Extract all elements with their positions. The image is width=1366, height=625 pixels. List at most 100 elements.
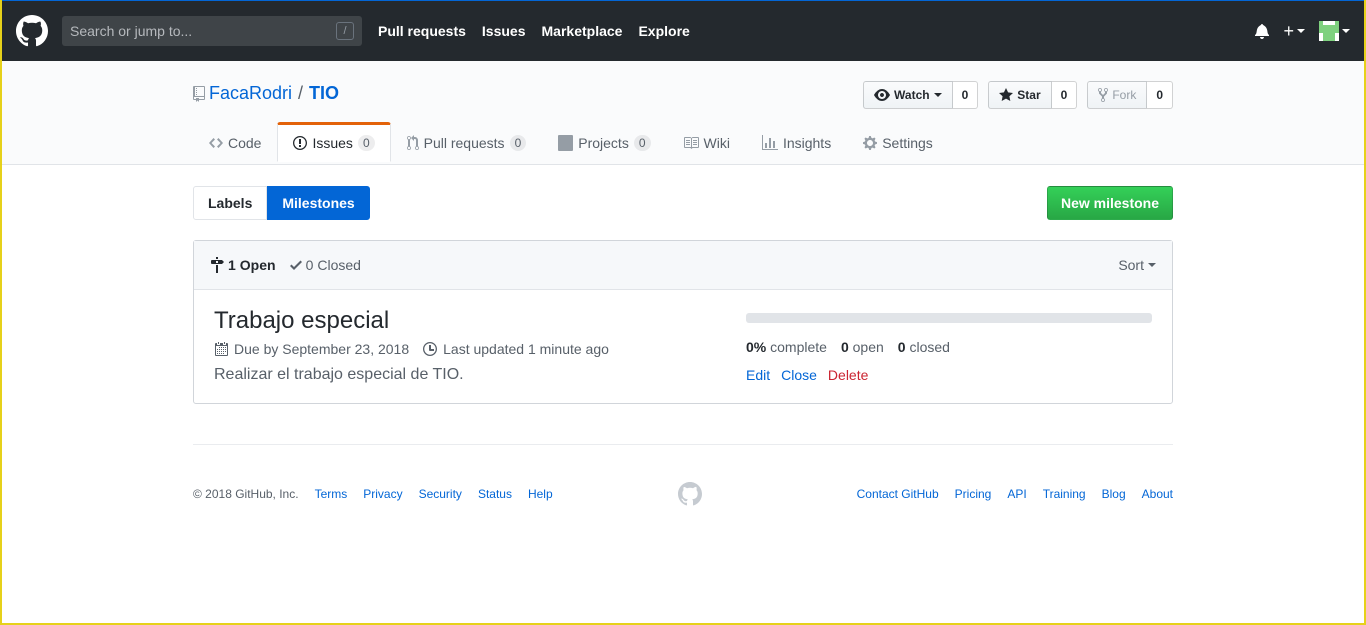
closed-label: Closed <box>317 257 361 273</box>
footer-link-contact[interactable]: Contact GitHub <box>857 487 939 501</box>
tab-settings[interactable]: Settings <box>847 122 949 162</box>
stat-complete: 0% complete <box>746 339 827 355</box>
close-link[interactable]: Close <box>781 367 817 383</box>
tab-label: Insights <box>782 135 832 151</box>
repo-name-link[interactable]: TIO <box>309 83 339 104</box>
milestone-actions: Edit Close Delete <box>746 367 1152 383</box>
code-icon <box>209 135 223 151</box>
github-logo-icon[interactable] <box>16 15 48 47</box>
nav-explore[interactable]: Explore <box>638 23 689 39</box>
watch-label: Watch <box>894 88 930 102</box>
footer-link-terms[interactable]: Terms <box>315 487 348 501</box>
global-nav: Pull requests Issues Marketplace Explore <box>378 23 690 39</box>
tab-label: Issues <box>312 135 353 151</box>
star-button[interactable]: Star <box>988 81 1052 109</box>
milestones-box: 1 Open 0 Closed Sort Trabajo especial Du… <box>193 240 1173 404</box>
star-group: Star 0 <box>988 81 1078 109</box>
stat-closed: 0 closed <box>898 339 950 355</box>
percent-value: 0% <box>746 339 767 355</box>
search-shortcut-key: / <box>336 22 354 40</box>
fork-label: Fork <box>1112 88 1137 102</box>
milestone-icon <box>211 257 224 273</box>
milestone-title[interactable]: Trabajo especial <box>214 307 746 335</box>
tab-label: Pull requests <box>423 135 505 151</box>
fork-button[interactable]: Fork <box>1087 81 1148 109</box>
path-separator: / <box>298 83 304 103</box>
main-content: Labels Milestones New milestone 1 Open 0… <box>193 186 1173 506</box>
github-mark-icon[interactable] <box>678 482 702 506</box>
tab-wiki[interactable]: Wiki <box>667 122 746 162</box>
footer: © 2018 GitHub, Inc. Terms Privacy Securi… <box>193 444 1173 506</box>
repo-nav: Code Issues 0 Pull requests 0 Projects 0… <box>193 122 1173 162</box>
watch-count[interactable]: 0 <box>952 81 979 109</box>
tab-pull-requests[interactable]: Pull requests 0 <box>391 122 543 162</box>
calendar-icon <box>215 342 228 356</box>
footer-link-help[interactable]: Help <box>528 487 553 501</box>
nav-pull-requests[interactable]: Pull requests <box>378 23 466 39</box>
footer-link-pricing[interactable]: Pricing <box>955 487 992 501</box>
last-updated-text: Last updated 1 minute ago <box>443 341 609 357</box>
tab-code[interactable]: Code <box>193 122 277 162</box>
due-date: Due by September 23, 2018 <box>214 341 409 357</box>
copyright: © 2018 GitHub, Inc. <box>193 487 299 501</box>
bell-icon[interactable] <box>1255 23 1270 39</box>
last-updated: Last updated 1 minute ago <box>423 341 609 357</box>
avatar <box>1319 21 1339 41</box>
search-input[interactable] <box>70 23 310 39</box>
tab-insights[interactable]: Insights <box>746 122 847 162</box>
watch-group: Watch 0 <box>863 81 979 109</box>
nav-marketplace[interactable]: Marketplace <box>542 23 623 39</box>
sort-label: Sort <box>1118 257 1144 273</box>
create-new-dropdown[interactable]: + <box>1283 21 1305 42</box>
fork-count[interactable]: 0 <box>1147 81 1173 109</box>
repo-header: FacaRodri / TIO Watch 0 Star 0 Fork 0 Co… <box>2 61 1364 165</box>
tab-projects[interactable]: Projects 0 <box>542 122 666 162</box>
repo-owner-link[interactable]: FacaRodri <box>209 83 292 104</box>
clock-icon <box>423 342 438 356</box>
footer-link-status[interactable]: Status <box>478 487 512 501</box>
closed-issues-count: 0 <box>897 339 906 355</box>
milestone-progress-section: 0% complete 0 open 0 closed Edit Close D… <box>746 306 1152 387</box>
footer-link-privacy[interactable]: Privacy <box>363 487 402 501</box>
tab-label: Wiki <box>703 135 730 151</box>
closed-issues-label: closed <box>909 339 950 355</box>
tab-issues[interactable]: Issues 0 <box>277 122 391 162</box>
milestone-description: Realizar el trabajo especial de TIO. <box>214 366 464 383</box>
progress-bar <box>746 313 1152 323</box>
footer-link-about[interactable]: About <box>1142 487 1173 501</box>
new-milestone-button[interactable]: New milestone <box>1046 186 1173 220</box>
project-icon <box>558 135 574 151</box>
labels-link[interactable]: Labels <box>193 186 268 220</box>
footer-link-training[interactable]: Training <box>1043 487 1086 501</box>
issues-counter: 0 <box>357 135 375 151</box>
book-icon <box>683 135 699 151</box>
header-actions: + <box>1255 21 1350 42</box>
footer-link-blog[interactable]: Blog <box>1102 487 1126 501</box>
milestones-link[interactable]: Milestones <box>267 186 370 220</box>
global-header: / Pull requests Issues Marketplace Explo… <box>2 0 1364 61</box>
search-box[interactable]: / <box>62 16 362 46</box>
closed-count: 0 <box>305 257 314 273</box>
open-count: 1 <box>228 257 236 273</box>
tab-label: Settings <box>882 135 933 151</box>
sort-dropdown[interactable]: Sort <box>1118 257 1156 273</box>
star-icon <box>999 88 1014 101</box>
issue-icon <box>293 135 308 151</box>
graph-icon <box>761 135 778 151</box>
star-count[interactable]: 0 <box>1051 81 1078 109</box>
subnav: Labels Milestones New milestone <box>193 186 1173 220</box>
nav-issues[interactable]: Issues <box>482 23 526 39</box>
footer-link-api[interactable]: API <box>1007 487 1026 501</box>
footer-link-security[interactable]: Security <box>419 487 462 501</box>
milestone-stats: 0% complete 0 open 0 closed <box>746 339 1152 355</box>
edit-link[interactable]: Edit <box>746 367 770 383</box>
footer-right: Contact GitHub Pricing API Training Blog… <box>857 487 1173 501</box>
eye-icon <box>874 89 891 101</box>
open-milestones-filter[interactable]: 1 Open <box>210 257 276 273</box>
watch-button[interactable]: Watch <box>863 81 953 109</box>
due-date-text: Due by September 23, 2018 <box>234 341 410 357</box>
delete-link[interactable]: Delete <box>828 367 868 383</box>
user-menu-dropdown[interactable] <box>1319 21 1350 41</box>
closed-milestones-filter[interactable]: 0 Closed <box>289 257 361 273</box>
plus-icon: + <box>1283 20 1294 41</box>
